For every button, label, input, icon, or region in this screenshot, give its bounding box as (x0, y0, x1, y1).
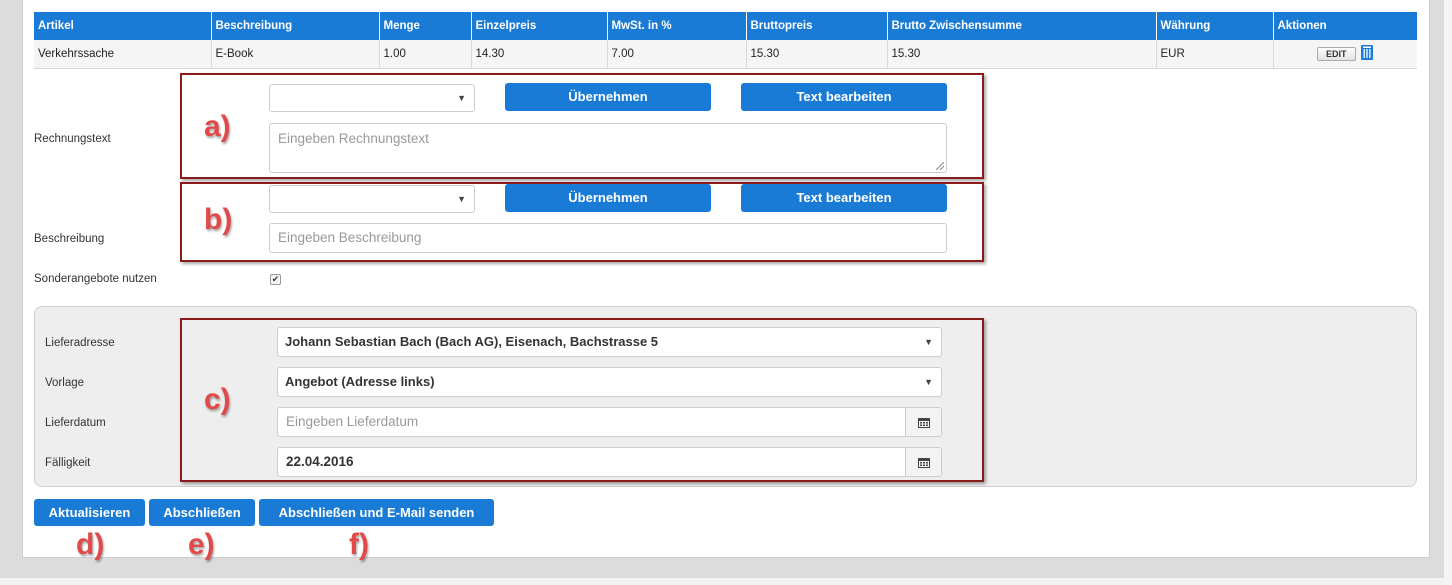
cell-beschreibung: E-Book (211, 40, 380, 69)
col-header-beschreibung[interactable]: Beschreibung (211, 12, 380, 40)
abschliessen-button[interactable]: Abschließen (149, 499, 255, 526)
col-header-waehrung[interactable]: Währung (1156, 12, 1274, 40)
col-header-zwischensumme[interactable]: Brutto Zwischensumme (887, 12, 1157, 40)
cell-einzelpreis: 14.30 (471, 40, 608, 69)
col-header-artikel[interactable]: Artikel (34, 12, 212, 40)
cell-waehrung: EUR (1156, 40, 1274, 69)
annotation-box-a (180, 73, 984, 179)
annotation-label-d: d) (76, 528, 105, 561)
cell-bruttopreis: 15.30 (746, 40, 888, 69)
sonderangebote-label: Sonderangebote nutzen (34, 273, 157, 285)
annotation-label-e: e) (188, 528, 215, 561)
page-bottom (0, 578, 1452, 585)
page-scrollbar-track[interactable] (1444, 0, 1452, 585)
aktualisieren-button[interactable]: Aktualisieren (34, 499, 145, 526)
trash-icon[interactable] (1360, 45, 1374, 63)
faelligkeit-label: Fälligkeit (45, 457, 91, 469)
annotation-label-f: f) (349, 528, 369, 561)
table-row: Verkehrssache E-Book 1.00 14.30 7.00 15.… (34, 40, 1417, 69)
lieferdatum-label: Lieferdatum (45, 417, 106, 429)
edit-button[interactable]: EDIT (1316, 47, 1356, 61)
col-header-mwst[interactable]: MwSt. in % (607, 12, 747, 40)
annotation-box-b (180, 182, 984, 262)
annotation-box-c (180, 318, 984, 482)
lieferadresse-label: Lieferadresse (45, 337, 115, 349)
cell-zwischensumme: 15.30 (887, 40, 1157, 69)
cell-menge: 1.00 (379, 40, 472, 69)
sonderangebote-checkbox[interactable]: ✔ (270, 274, 281, 285)
col-header-bruttopreis[interactable]: Bruttopreis (746, 12, 888, 40)
vorlage-label: Vorlage (45, 377, 85, 389)
items-table: Artikel Beschreibung Menge Einzelpreis M… (34, 12, 1417, 69)
table-header-row: Artikel Beschreibung Menge Einzelpreis M… (34, 12, 1417, 40)
annotation-label-a: a) (204, 110, 231, 143)
cell-mwst: 7.00 (607, 40, 747, 69)
abschliessen-email-button[interactable]: Abschließen und E-Mail senden (259, 499, 494, 526)
col-header-einzelpreis[interactable]: Einzelpreis (471, 12, 608, 40)
cell-artikel: Verkehrssache (34, 40, 212, 69)
cell-aktionen: EDIT (1273, 40, 1417, 69)
beschreibung-label: Beschreibung (34, 233, 105, 245)
rechnungstext-label: Rechnungstext (34, 133, 111, 145)
col-header-aktionen: Aktionen (1273, 12, 1417, 40)
col-header-menge[interactable]: Menge (379, 12, 472, 40)
